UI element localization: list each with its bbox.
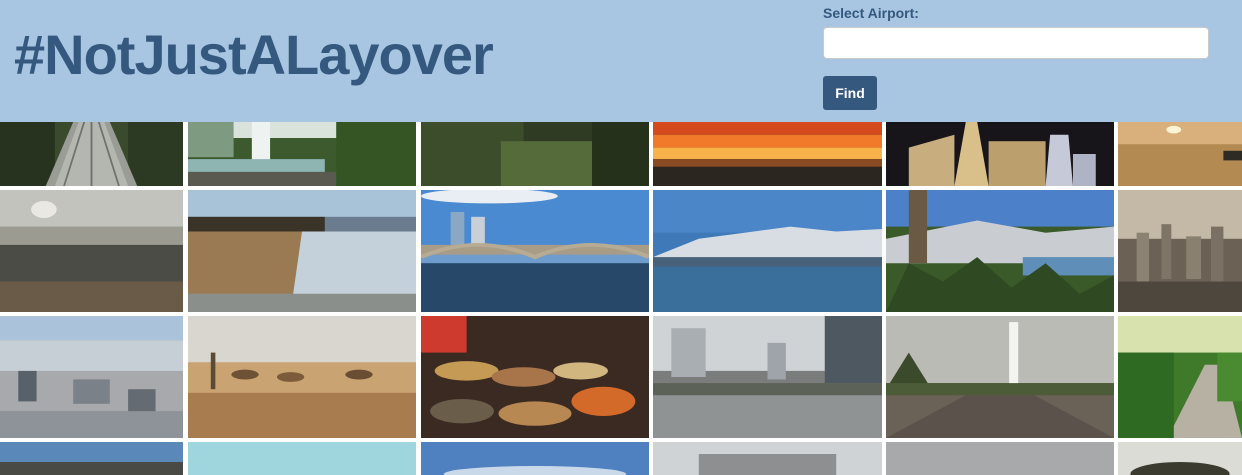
photo-spice-market[interactable] bbox=[421, 316, 649, 438]
photo-arch-bridge-city[interactable] bbox=[421, 190, 649, 312]
photo-coast-blue[interactable] bbox=[0, 442, 183, 475]
photo-grid bbox=[0, 122, 1242, 475]
photo-city-building-grey[interactable] bbox=[653, 442, 882, 475]
photo-blue-sky-clouds[interactable] bbox=[421, 442, 649, 475]
photo-garden-walkway[interactable] bbox=[1118, 316, 1242, 438]
photo-city-riverfront[interactable] bbox=[653, 316, 882, 438]
photo-cathedral-night[interactable] bbox=[886, 122, 1114, 186]
photo-hazy-city-skyline[interactable] bbox=[1118, 190, 1242, 312]
photo-sky-turquoise[interactable] bbox=[188, 442, 416, 475]
photo-waterfall-jungle[interactable] bbox=[188, 122, 416, 186]
photo-dark-tree[interactable] bbox=[1118, 442, 1242, 475]
photo-monument-road[interactable] bbox=[886, 316, 1114, 438]
photo-sunset-water[interactable] bbox=[1118, 122, 1242, 186]
select-airport-label: Select Airport: bbox=[823, 5, 919, 21]
site-header: #NotJustALayover Select Airport: Find bbox=[0, 0, 1242, 122]
photo-waterfall-misty-sky[interactable] bbox=[0, 190, 183, 312]
photo-aerial-city[interactable] bbox=[0, 316, 183, 438]
airport-input[interactable] bbox=[823, 27, 1209, 59]
site-title: #NotJustALayover bbox=[14, 23, 494, 86]
photo-rope-bridge-forest[interactable] bbox=[0, 122, 183, 186]
find-button[interactable]: Find bbox=[823, 76, 877, 110]
photo-snowy-mountains-lake[interactable] bbox=[653, 190, 882, 312]
photo-desert-camels[interactable] bbox=[188, 316, 416, 438]
photo-sunset-sky[interactable] bbox=[653, 122, 882, 186]
photo-forest-foliage[interactable] bbox=[421, 122, 649, 186]
photo-grey-sky[interactable] bbox=[886, 442, 1114, 475]
photo-iguazu-falls[interactable] bbox=[188, 190, 416, 312]
photo-pine-forest-lake[interactable] bbox=[886, 190, 1114, 312]
